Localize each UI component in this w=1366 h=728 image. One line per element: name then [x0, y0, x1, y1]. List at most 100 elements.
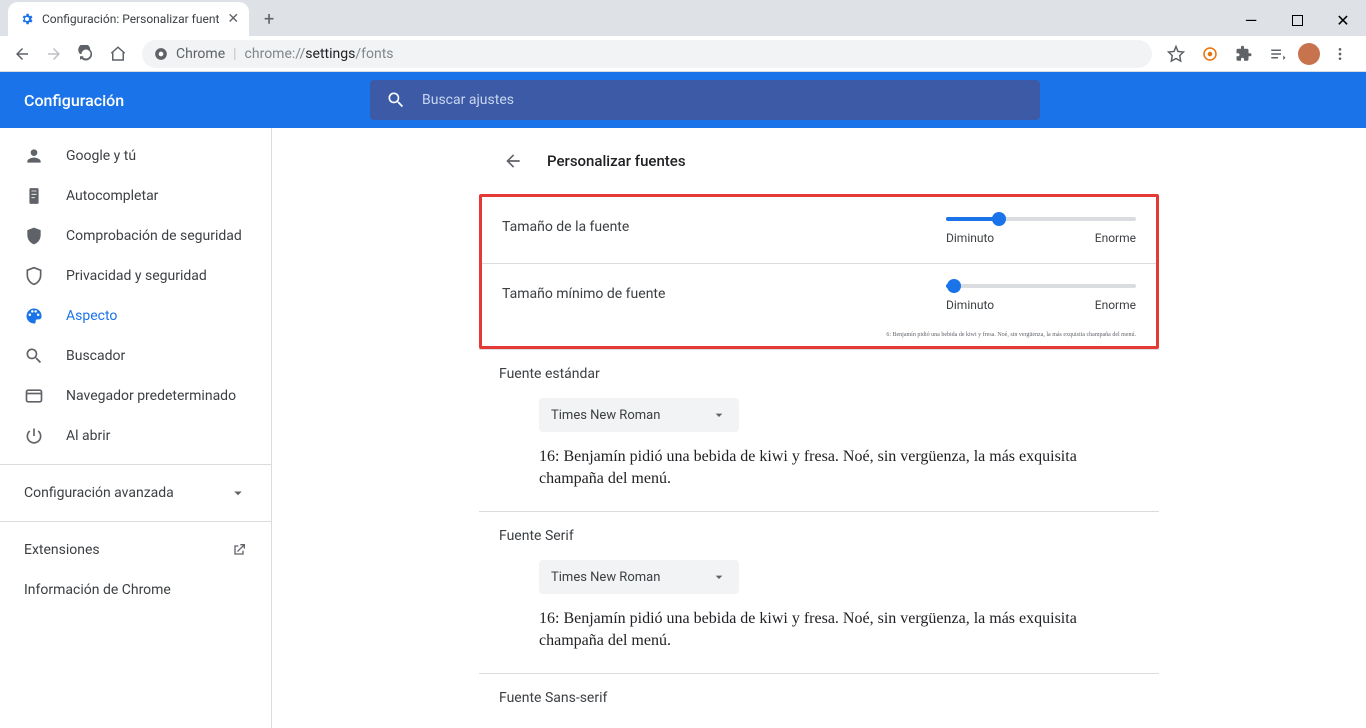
arrow-left-icon — [503, 151, 523, 171]
about-label: Información de Chrome — [24, 582, 171, 598]
settings-content: Personalizar fuentes Tamaño de la fuente… — [272, 128, 1366, 728]
panel-title: Personalizar fuentes — [547, 152, 686, 170]
serif-font-title: Fuente Serif — [499, 528, 1139, 544]
slider-thumb[interactable] — [992, 212, 1006, 226]
panel-back-button[interactable] — [503, 151, 523, 171]
home-button[interactable] — [104, 40, 132, 68]
font-size-slider[interactable] — [946, 217, 1136, 221]
gear-icon — [20, 12, 34, 26]
browser-tab[interactable]: Configuración: Personalizar fuent ✕ — [8, 2, 249, 36]
maximize-button[interactable] — [1274, 4, 1320, 36]
reading-list-button[interactable] — [1264, 40, 1292, 68]
extension-icon-1[interactable] — [1196, 40, 1224, 68]
external-link-icon — [231, 542, 247, 558]
sidebar-label: Navegador predeterminado — [66, 388, 236, 404]
sidebar-item-autofill[interactable]: Autocompletar — [0, 176, 271, 216]
clipboard-icon — [24, 186, 44, 206]
sidebar-item-search[interactable]: Buscador — [0, 336, 271, 376]
browser-icon — [24, 386, 44, 406]
power-icon — [24, 426, 44, 446]
reload-icon — [77, 45, 95, 63]
sidebar-item-appearance[interactable]: Aspecto — [0, 296, 271, 336]
kebab-icon — [1332, 46, 1348, 62]
serif-font-sample: 16: Benjamín pidió una bebida de kiwi y … — [539, 608, 1099, 651]
search-icon — [386, 90, 406, 110]
sidebar-about-link[interactable]: Información de Chrome — [24, 570, 247, 610]
slider-min-label: Diminuto — [946, 298, 994, 312]
menu-button[interactable] — [1326, 40, 1354, 68]
advanced-label: Configuración avanzada — [24, 485, 174, 501]
sidebar-item-safety[interactable]: Comprobación de seguridad — [0, 216, 271, 256]
sidebar-label: Autocompletar — [66, 188, 158, 204]
tab-close-button[interactable]: ✕ — [227, 11, 239, 27]
arrow-right-icon — [45, 45, 63, 63]
serif-font-dropdown[interactable]: Times New Roman — [539, 560, 739, 594]
extensions-button[interactable] — [1230, 40, 1258, 68]
omnibox-url: chrome://settings/fonts — [245, 46, 394, 62]
chevron-down-icon — [711, 569, 727, 585]
omnibox-separator: | — [233, 46, 236, 62]
puzzle-icon — [1235, 45, 1253, 63]
serif-font-section: Fuente Serif Times New Roman 16: Benjamí… — [479, 511, 1159, 673]
chevron-down-icon — [711, 407, 727, 423]
slider-thumb[interactable] — [947, 279, 961, 293]
circle-icon — [1201, 45, 1219, 63]
shield-icon — [24, 266, 44, 286]
standard-font-title: Fuente estándar — [499, 366, 1139, 382]
sidebar-item-startup[interactable]: Al abrir — [0, 416, 271, 456]
back-button[interactable] — [8, 40, 36, 68]
sidebar-advanced-toggle[interactable]: Configuración avanzada — [0, 473, 271, 513]
settings-sidebar: Google y tú Autocompletar Comprobación d… — [0, 128, 272, 728]
sidebar-item-privacy[interactable]: Privacidad y seguridad — [0, 256, 271, 296]
settings-header: Configuración — [0, 72, 1366, 128]
search-glass-icon — [24, 346, 44, 366]
minimize-button[interactable]: — — [1228, 4, 1274, 36]
star-icon — [1167, 45, 1185, 63]
profile-avatar[interactable] — [1298, 43, 1320, 65]
slider-max-label: Enorme — [1095, 231, 1136, 245]
sidebar-label: Buscador — [66, 348, 125, 364]
font-size-card: Tamaño de la fuente Diminuto Enorme Tama — [479, 194, 1159, 349]
omnibox-prefix: Chrome — [176, 46, 225, 62]
sidebar-label: Al abrir — [66, 428, 110, 444]
sans-font-title: Fuente Sans-serif — [499, 690, 1139, 706]
list-icon — [1269, 45, 1287, 63]
close-window-button[interactable]: ✕ — [1320, 4, 1366, 36]
sans-font-section: Fuente Sans-serif — [479, 673, 1159, 728]
sidebar-item-default-browser[interactable]: Navegador predeterminado — [0, 376, 271, 416]
address-bar[interactable]: Chrome | chrome://settings/fonts — [142, 40, 1152, 68]
slider-min-label: Diminuto — [946, 231, 994, 245]
new-tab-button[interactable]: + — [255, 5, 283, 33]
window-titlebar: Configuración: Personalizar fuent ✕ + — … — [0, 0, 1366, 36]
divider — [0, 464, 271, 465]
person-icon — [24, 146, 44, 166]
arrow-left-icon — [13, 45, 31, 63]
sidebar-item-google[interactable]: Google y tú — [0, 136, 271, 176]
settings-title: Configuración — [0, 91, 370, 110]
font-size-label: Tamaño de la fuente — [502, 215, 946, 235]
maximize-icon — [1292, 15, 1303, 26]
min-font-sample: 6: Benjamín pidió una bebida de kiwi y f… — [482, 330, 1156, 346]
sidebar-extensions-link[interactable]: Extensiones — [24, 530, 247, 570]
home-icon — [109, 45, 127, 63]
standard-font-section: Fuente estándar Times New Roman 16: Benj… — [479, 349, 1159, 511]
browser-toolbar: Chrome | chrome://settings/fonts — [0, 36, 1366, 72]
palette-icon — [24, 306, 44, 326]
dropdown-value: Times New Roman — [551, 570, 660, 585]
panel-header: Personalizar fuentes — [479, 128, 1159, 194]
tab-title: Configuración: Personalizar fuent — [42, 12, 219, 26]
standard-font-sample: 16: Benjamín pidió una bebida de kiwi y … — [539, 446, 1099, 489]
bookmark-button[interactable] — [1162, 40, 1190, 68]
slider-max-label: Enorme — [1095, 298, 1136, 312]
min-font-size-slider[interactable] — [946, 284, 1136, 288]
chevron-down-icon — [229, 484, 247, 502]
dropdown-value: Times New Roman — [551, 408, 660, 423]
sidebar-label: Privacidad y seguridad — [66, 268, 207, 284]
divider — [0, 521, 271, 522]
standard-font-dropdown[interactable]: Times New Roman — [539, 398, 739, 432]
extensions-label: Extensiones — [24, 542, 100, 558]
settings-search[interactable] — [370, 80, 1040, 120]
forward-button[interactable] — [40, 40, 68, 68]
reload-button[interactable] — [72, 40, 100, 68]
settings-search-input[interactable] — [422, 92, 1024, 108]
